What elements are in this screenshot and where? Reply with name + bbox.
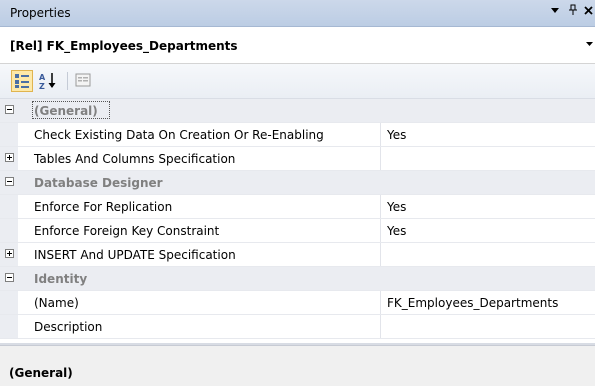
collapse-icon[interactable] (5, 105, 14, 114)
column-divider[interactable] (380, 243, 381, 266)
category-label: Identity (34, 272, 88, 286)
row-gutter (0, 219, 18, 242)
property-name: Enforce Foreign Key Constraint (34, 224, 220, 238)
category-label: Database Designer (34, 176, 163, 190)
property-row-check-existing-data[interactable]: Check Existing Data On Creation Or Re-En… (0, 123, 595, 147)
property-value[interactable]: Yes (387, 128, 406, 142)
property-row-name[interactable]: (Name) FK_Employees_Departments (0, 291, 595, 315)
svg-text:Z: Z (39, 82, 45, 91)
expand-icon[interactable] (5, 249, 14, 258)
column-divider[interactable] (380, 123, 381, 146)
property-row-enforce-for-replication[interactable]: Enforce For Replication Yes (0, 195, 595, 219)
property-name: INSERT And UPDATE Specification (34, 248, 236, 262)
column-divider[interactable] (380, 219, 381, 242)
alphabetical-icon: A Z (39, 73, 56, 91)
alphabetical-button[interactable]: A Z (38, 70, 60, 92)
property-name: Check Existing Data On Creation Or Re-En… (34, 128, 324, 142)
column-divider[interactable] (380, 291, 381, 314)
column-divider[interactable] (380, 315, 381, 338)
property-name: Description (34, 320, 103, 334)
collapse-icon[interactable] (5, 177, 14, 186)
property-value[interactable]: Yes (387, 224, 406, 238)
category-identity[interactable]: Identity (0, 267, 595, 291)
column-divider[interactable] (380, 147, 381, 170)
property-pages-button[interactable] (73, 70, 95, 92)
property-name: Enforce For Replication (34, 200, 173, 214)
properties-toolbar: A Z (0, 64, 595, 99)
categorized-icon (15, 74, 29, 88)
column-divider[interactable] (380, 195, 381, 218)
property-row-description[interactable]: Description (0, 315, 595, 339)
property-value[interactable]: Yes (387, 200, 406, 214)
category-database-designer[interactable]: Database Designer (0, 171, 595, 195)
window-position-dropdown-icon[interactable] (550, 4, 560, 19)
property-name: (Name) (34, 296, 79, 310)
toolbar-separator (67, 72, 68, 90)
collapse-icon[interactable] (5, 273, 14, 282)
properties-title-bar: Properties (0, 0, 595, 27)
category-label: (General) (34, 104, 98, 118)
property-row-tables-and-columns[interactable]: Tables And Columns Specification (0, 147, 595, 171)
property-pages-icon (75, 73, 91, 87)
description-title: (General) (9, 366, 73, 380)
description-panel: (General) (0, 345, 595, 386)
chevron-down-icon[interactable] (586, 40, 593, 49)
window-title: Properties (10, 6, 71, 20)
property-name: Tables And Columns Specification (34, 152, 236, 166)
object-selector[interactable]: [Rel] FK_Employees_Departments (0, 27, 595, 64)
object-selector-value: [Rel] FK_Employees_Departments (10, 39, 238, 53)
row-gutter (0, 291, 18, 314)
row-gutter (0, 195, 18, 218)
expand-icon[interactable] (5, 153, 14, 162)
svg-text:A: A (39, 73, 46, 82)
row-gutter (0, 123, 18, 146)
property-row-insert-update-spec[interactable]: INSERT And UPDATE Specification (0, 243, 595, 267)
row-gutter (0, 315, 18, 338)
auto-hide-pin-icon[interactable] (568, 4, 578, 19)
categorized-button[interactable] (11, 70, 33, 92)
close-icon[interactable] (584, 4, 593, 20)
property-row-enforce-foreign-key[interactable]: Enforce Foreign Key Constraint Yes (0, 219, 595, 243)
category-general[interactable]: (General) (0, 99, 595, 123)
property-value[interactable]: FK_Employees_Departments (387, 296, 558, 310)
property-grid: (General) Check Existing Data On Creatio… (0, 99, 595, 345)
